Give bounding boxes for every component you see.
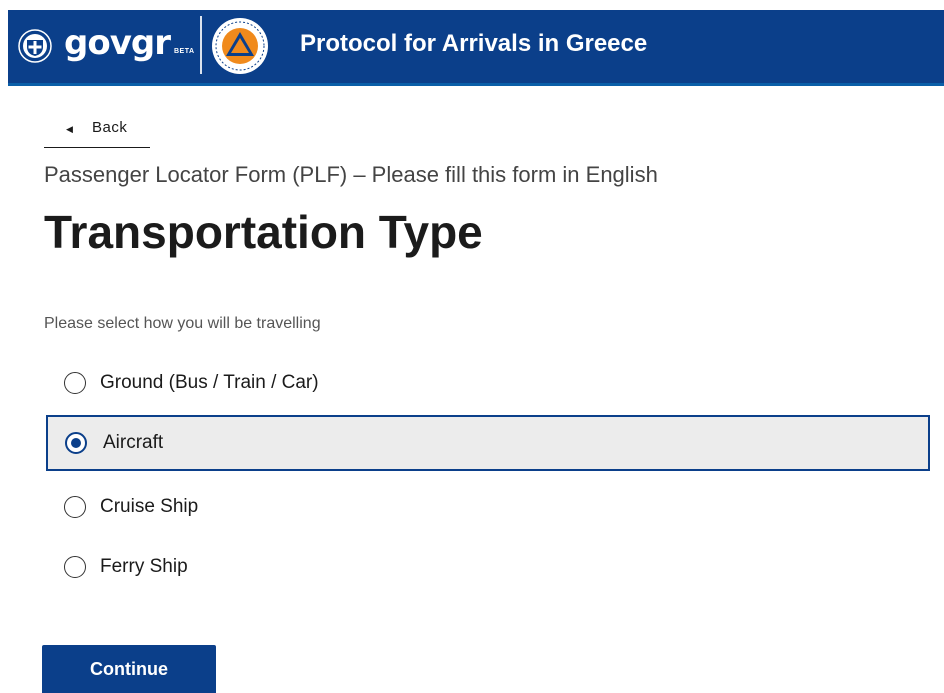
header-divider	[200, 16, 202, 74]
option-label: Ground (Bus / Train / Car)	[100, 372, 319, 393]
header-title: Protocol for Arrivals in Greece	[300, 30, 648, 57]
radio-button-selected[interactable]	[65, 432, 87, 454]
radio-button[interactable]	[64, 496, 86, 518]
caret-left-icon: ◀	[66, 124, 73, 134]
logo-prefix: gov	[64, 23, 132, 63]
back-label: Back	[92, 119, 128, 136]
back-link[interactable]: ◀ Back	[44, 114, 150, 148]
beta-badge: BETA	[174, 48, 195, 55]
continue-button[interactable]: Continue	[42, 645, 216, 693]
civil-protection-logo-icon	[212, 18, 268, 74]
option-label: Ferry Ship	[100, 556, 188, 577]
govgr-logo[interactable]: govgr	[64, 23, 171, 63]
logo-suffix: gr	[130, 23, 171, 63]
option-ferry-ship[interactable]: Ferry Ship	[46, 539, 930, 595]
option-aircraft[interactable]: Aircraft	[46, 415, 930, 471]
radio-button[interactable]	[64, 556, 86, 578]
greek-coat-of-arms-icon	[18, 29, 52, 63]
option-ground[interactable]: Ground (Bus / Train / Car)	[46, 355, 930, 411]
form-subtitle: Passenger Locator Form (PLF) – Please fi…	[44, 162, 658, 187]
question-prompt: Please select how you will be travelling	[44, 315, 321, 332]
option-cruise-ship[interactable]: Cruise Ship	[46, 479, 930, 535]
radio-button[interactable]	[64, 372, 86, 394]
page-title: Transportation Type	[44, 206, 483, 258]
option-label: Cruise Ship	[100, 496, 199, 517]
site-header: govgr BETA Protocol for Arrivals in Gree…	[8, 10, 944, 86]
option-label: Aircraft	[103, 432, 164, 453]
